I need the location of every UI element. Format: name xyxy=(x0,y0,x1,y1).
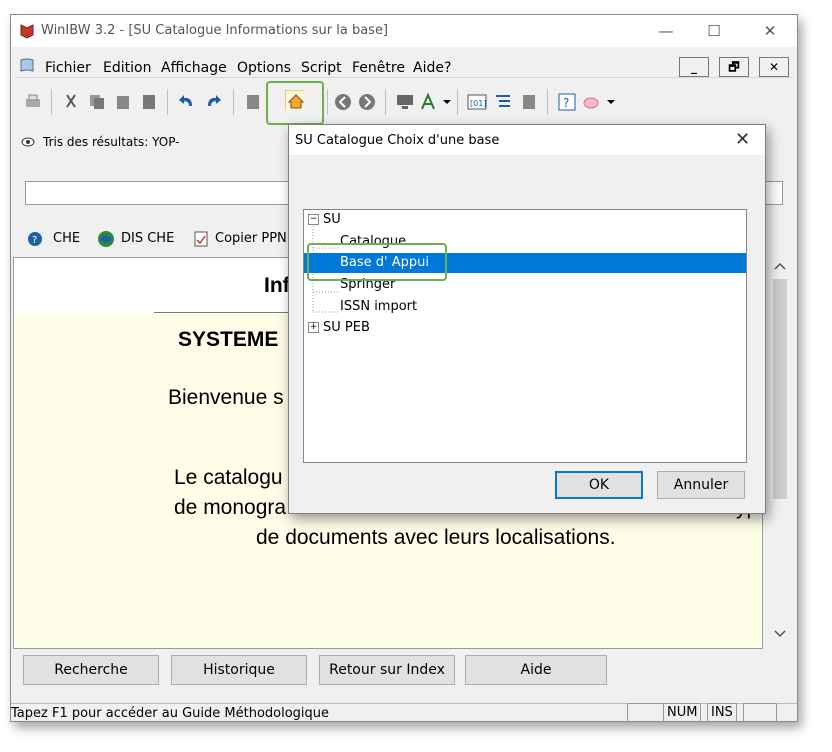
field-code-icon[interactable]: [01] xyxy=(467,92,487,112)
scroll-up-icon[interactable] xyxy=(774,261,786,271)
tree-list-icon[interactable] xyxy=(493,92,513,112)
tree-node-su-peb[interactable]: + SU PEB xyxy=(308,318,370,338)
svg-text:?: ? xyxy=(32,235,37,246)
forward-icon[interactable] xyxy=(357,92,377,112)
che-link[interactable]: CHE xyxy=(53,231,80,246)
systeme-title: SYSTEME xyxy=(178,328,279,351)
sort-label: Tris des résultats: YOP- xyxy=(43,135,180,149)
svg-text:?: ? xyxy=(563,96,569,110)
toolbar-separator xyxy=(385,89,386,115)
title-bar: WinIBW 3.2 - [SU Catalogue Informations … xyxy=(11,15,797,47)
tree-node-issn-import[interactable]: ISSN import xyxy=(340,297,417,317)
dialog-title: SU Catalogue Choix d'une base xyxy=(295,133,500,148)
window-title: WinIBW 3.2 - [SU Catalogue Informations … xyxy=(41,23,389,38)
document-icon xyxy=(20,58,34,72)
eye-icon xyxy=(21,137,35,147)
catalogue-text-line2: de monogra xyxy=(174,496,287,519)
aide-button[interactable]: Aide xyxy=(465,655,607,685)
mdi-restore-button[interactable]: 🗗 xyxy=(719,57,749,77)
font-icon[interactable] xyxy=(419,92,439,112)
monitor-icon[interactable] xyxy=(395,92,415,112)
ins-indicator: INS xyxy=(707,703,737,721)
menu-affichage[interactable]: Affichage xyxy=(161,60,227,76)
menu-fichier[interactable]: Fichier xyxy=(45,60,91,76)
menu-fenetre[interactable]: Fenêtre xyxy=(352,60,405,76)
catalogue-text-line1: Le catalogu xyxy=(174,466,283,489)
home-icon[interactable] xyxy=(285,90,305,110)
clipboard-icon[interactable] xyxy=(139,92,159,112)
chevron-down-icon[interactable] xyxy=(605,92,625,112)
menu-options[interactable]: Options xyxy=(237,60,291,76)
ok-button[interactable]: OK xyxy=(555,471,643,499)
recherche-button[interactable]: Recherche xyxy=(23,655,159,685)
scrollbar-thumb[interactable] xyxy=(773,279,787,499)
toolbar-separator xyxy=(547,89,548,115)
menu-edition[interactable]: Edition xyxy=(103,60,151,76)
copier-ppn-link[interactable]: Copier PPN xyxy=(215,231,287,246)
menu-aide[interactable]: Aide? xyxy=(413,60,451,76)
historique-button[interactable]: Historique xyxy=(171,655,307,685)
undo-icon[interactable] xyxy=(177,92,197,112)
close-button[interactable]: ✕ xyxy=(755,19,785,43)
toolbar-separator xyxy=(457,89,458,115)
scroll-down-icon[interactable] xyxy=(774,629,786,639)
svg-text:[01]: [01] xyxy=(470,99,486,108)
save-icon[interactable] xyxy=(243,92,263,112)
vertical-scrollbar[interactable] xyxy=(769,257,791,647)
app-icon xyxy=(20,24,34,39)
minimize-button[interactable]: — xyxy=(651,19,681,43)
status-panel-empty xyxy=(743,703,777,721)
mdi-close-button[interactable]: ✕ xyxy=(759,57,789,77)
toolbar-separator xyxy=(167,89,168,115)
copy-icon[interactable] xyxy=(87,92,107,112)
redo-icon[interactable] xyxy=(203,92,223,112)
mdi-minimize-button[interactable]: _ xyxy=(679,57,709,77)
collapse-icon[interactable]: − xyxy=(308,214,319,225)
dialog-close-button[interactable]: ✕ xyxy=(735,129,750,150)
content-heading: Inf xyxy=(264,274,290,297)
maximize-button[interactable]: ☐ xyxy=(699,19,729,43)
cut-icon[interactable] xyxy=(61,92,81,112)
welcome-text: Bienvenue s xyxy=(168,386,284,409)
cancel-button[interactable]: Annuler xyxy=(657,471,745,499)
toolbar-separator xyxy=(233,89,234,115)
copy-document-icon[interactable] xyxy=(193,230,209,248)
help-icon[interactable]: ? xyxy=(557,92,577,112)
dis-che-link[interactable]: DIS CHE xyxy=(121,231,174,246)
pig-icon[interactable] xyxy=(581,92,601,112)
retour-index-button[interactable]: Retour sur Index xyxy=(319,655,455,685)
globe-icon[interactable] xyxy=(97,230,115,248)
document-gray-icon[interactable] xyxy=(519,92,539,112)
status-panel-empty xyxy=(627,703,665,721)
toolbar-separator xyxy=(51,89,52,115)
num-indicator: NUM xyxy=(663,703,702,721)
back-icon[interactable] xyxy=(333,92,353,112)
catalogue-text-line3: de documents avec leurs localisations. xyxy=(256,526,616,549)
expand-icon[interactable]: + xyxy=(308,322,319,333)
toolbar-separator xyxy=(327,89,328,115)
choose-base-dialog: SU Catalogue Choix d'une base ✕ − SU Cata… xyxy=(288,124,766,514)
selection-highlight xyxy=(307,243,447,281)
help-circle-icon[interactable]: ? xyxy=(27,231,43,247)
chevron-down-icon[interactable] xyxy=(441,92,461,112)
status-hint: Tapez F1 pour accéder au Guide Méthodolo… xyxy=(11,706,330,721)
paste-icon[interactable] xyxy=(113,92,133,112)
menu-script[interactable]: Script xyxy=(301,60,342,76)
print-icon[interactable] xyxy=(23,92,43,112)
